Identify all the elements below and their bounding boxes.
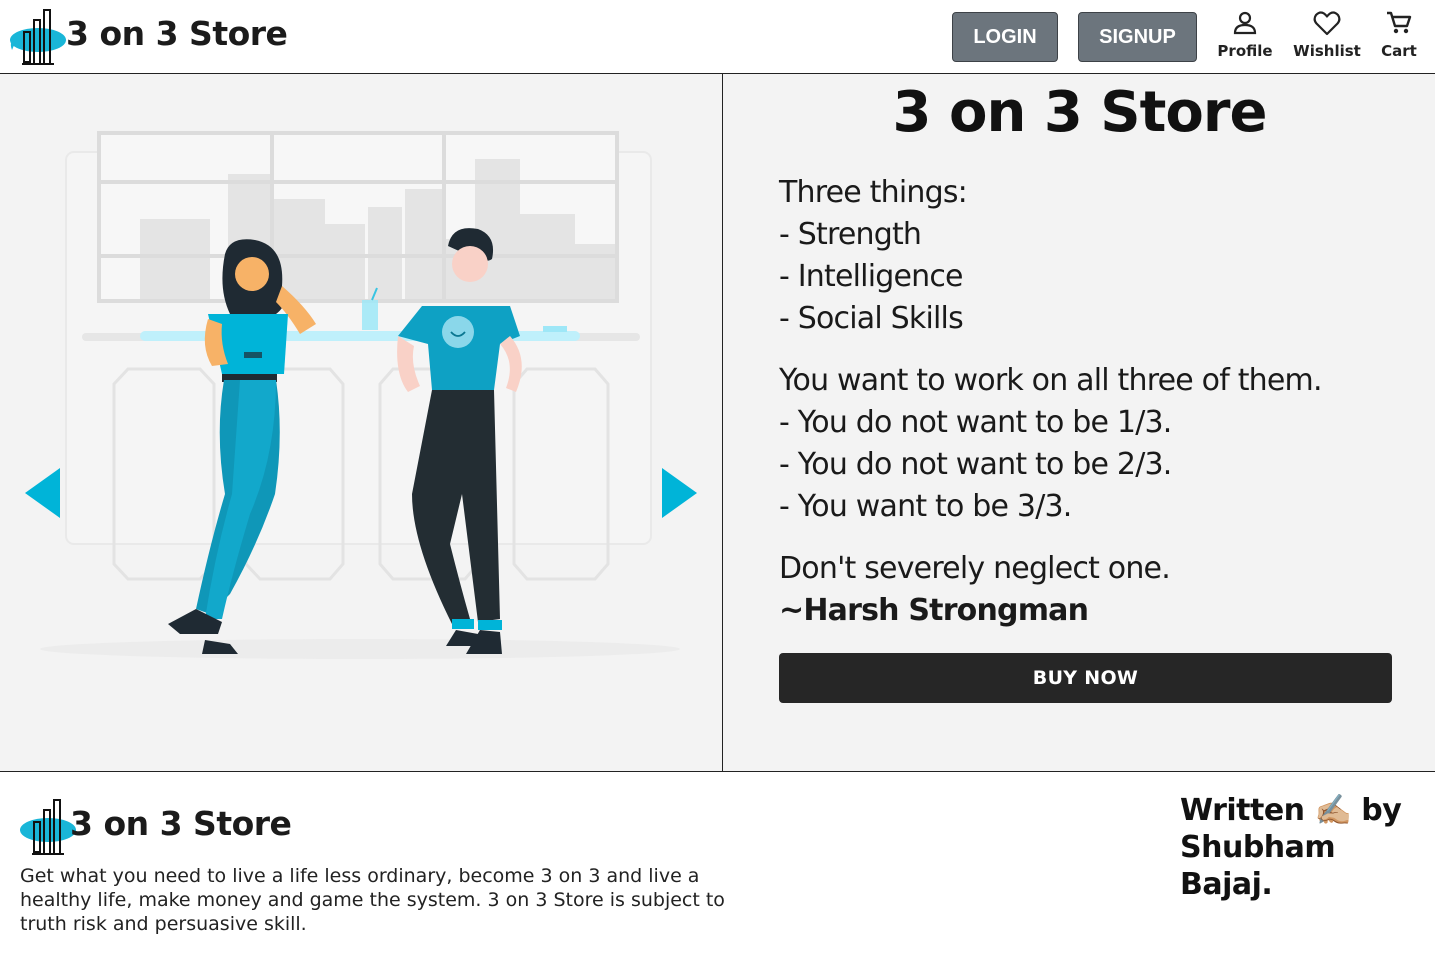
- desc-line: - Social Skills: [779, 301, 964, 336]
- nav-cart-label: Cart: [1381, 42, 1417, 60]
- credit-by: by: [1361, 793, 1402, 828]
- nav-wishlist[interactable]: Wishlist: [1290, 10, 1364, 66]
- hero-section: 3 on 3 Store Three things: - Strength - …: [0, 74, 1435, 772]
- site-header: 3 on 3 Store LOGIN SIGNUP Profile Wishli…: [0, 0, 1435, 74]
- footer-about-text: Get what you need to live a life less or…: [20, 865, 725, 935]
- quote-author: ~Harsh Strongman: [779, 593, 1089, 628]
- site-footer: 3 on 3 Store Get what you need to live a…: [0, 772, 1435, 956]
- desc-line: You want to work on all three of them.: [779, 363, 1323, 398]
- writing-hand-icon: ✍🏼: [1314, 793, 1352, 828]
- bar-chart-logo-icon: [20, 799, 76, 855]
- login-button[interactable]: LOGIN: [952, 12, 1058, 62]
- desc-line: - Intelligence: [779, 259, 964, 294]
- triangle-right-icon[interactable]: [660, 468, 700, 518]
- nav-profile[interactable]: Profile: [1214, 10, 1276, 66]
- cart-icon: [1387, 11, 1412, 34]
- author-credit: Written ✍🏼 by Shubham Bajaj.: [1180, 792, 1435, 903]
- nav-cart[interactable]: Cart: [1376, 10, 1422, 66]
- desc-line: Three things:: [779, 175, 968, 210]
- product-title: 3 on 3 Store: [892, 80, 1268, 145]
- triangle-left-icon[interactable]: [22, 468, 62, 518]
- desc-line: - You do not want to be 2/3.: [779, 447, 1172, 482]
- credit-author-name: Shubham Bajaj.: [1180, 830, 1336, 902]
- site-logo[interactable]: 3 on 3 Store: [8, 6, 308, 68]
- image-carousel[interactable]: [0, 74, 723, 771]
- desc-line: - Strength: [779, 217, 922, 252]
- nav-profile-label: Profile: [1217, 42, 1273, 60]
- nav-wishlist-label: Wishlist: [1293, 42, 1361, 60]
- footer-logo[interactable]: 3 on 3 Store: [18, 796, 318, 858]
- heart-icon: [1313, 11, 1341, 36]
- people-chatting-illustration: [40, 131, 680, 659]
- person-icon: [1233, 11, 1257, 35]
- signup-button[interactable]: SIGNUP: [1078, 12, 1197, 62]
- desc-closing: Don't severely neglect one.: [779, 551, 1171, 586]
- desc-line: - You do not want to be 1/3.: [779, 405, 1172, 440]
- credit-written: Written: [1180, 793, 1305, 828]
- desc-line: - You want to be 3/3.: [779, 489, 1072, 524]
- product-description: Three things: - Strength - Intelligence …: [779, 172, 1419, 632]
- buy-now-button[interactable]: BUY NOW: [779, 653, 1392, 703]
- bar-chart-logo-icon: [10, 9, 66, 65]
- footer-logo-text: 3 on 3 Store: [70, 804, 292, 843]
- logo-text: 3 on 3 Store: [66, 14, 288, 53]
- product-panel: 3 on 3 Store Three things: - Strength - …: [724, 74, 1435, 771]
